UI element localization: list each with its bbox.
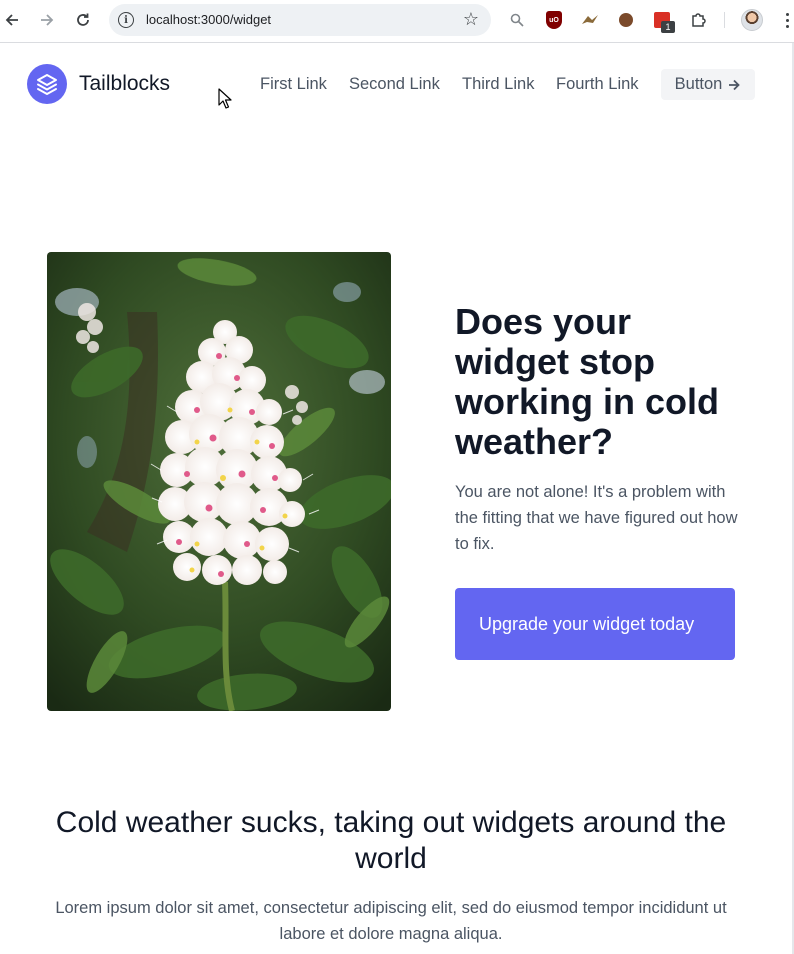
- upgrade-widget-button-label: Upgrade your widget today: [479, 614, 695, 634]
- nav-link-second[interactable]: Second Link: [349, 75, 440, 94]
- cookie-extension-icon[interactable]: [616, 10, 636, 30]
- info-icon[interactable]: i: [118, 12, 134, 28]
- section-description: Lorem ipsum dolor sit amet, consectetur …: [55, 899, 727, 943]
- site-header: Tailblocks First Link Second Link Third …: [0, 43, 790, 125]
- upgrade-widget-button[interactable]: Upgrade your widget today: [455, 588, 735, 660]
- search-icon[interactable]: [507, 10, 527, 30]
- bird-extension-icon[interactable]: [580, 10, 600, 30]
- forward-icon[interactable]: [35, 8, 59, 32]
- toolbar-separator: [724, 12, 725, 28]
- section-title: Cold weather sucks, taking out widgets a…: [55, 806, 727, 875]
- hero-title: Does your widget stop working in cold we…: [455, 301, 720, 462]
- layers-logo-icon[interactable]: [27, 64, 67, 104]
- nav-link-first[interactable]: First Link: [260, 75, 327, 94]
- hero-flower-image: [47, 252, 391, 711]
- header-button-label: Button: [674, 75, 723, 93]
- browser-toolbar: i localhost:3000/widget ☆ uO 1: [0, 0, 794, 40]
- url-text[interactable]: localhost:3000/widget: [146, 12, 271, 27]
- reload-icon[interactable]: [71, 8, 95, 32]
- puzzle-icon[interactable]: [688, 10, 708, 30]
- mouse-cursor-icon: [218, 88, 232, 109]
- ublock-shield-icon[interactable]: uO: [544, 10, 564, 30]
- extension-badge: 1: [661, 21, 675, 33]
- brand-name[interactable]: Tailblocks: [79, 72, 170, 96]
- calendar-extension-icon[interactable]: 1: [652, 10, 675, 33]
- star-icon[interactable]: ☆: [463, 9, 479, 30]
- back-icon[interactable]: [0, 8, 24, 32]
- nav-link-third[interactable]: Third Link: [462, 75, 534, 94]
- arrow-right-icon: [729, 79, 741, 90]
- address-bar[interactable]: i localhost:3000/widget ☆: [109, 4, 491, 36]
- nav-link-fourth[interactable]: Fourth Link: [556, 75, 639, 94]
- hero-description: You are not alone! It's a problem with t…: [455, 483, 738, 553]
- profile-avatar[interactable]: [741, 9, 763, 31]
- more-menu-icon[interactable]: [780, 8, 794, 32]
- header-button[interactable]: Button: [661, 69, 755, 100]
